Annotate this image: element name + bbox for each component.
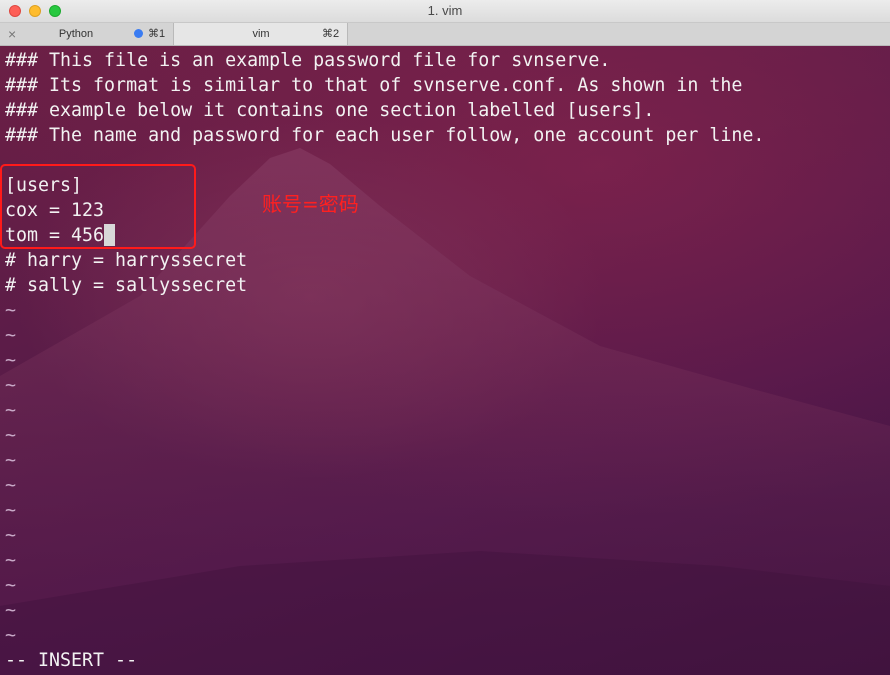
- tab-bar: × Python ⌘1 × vim ⌘2: [0, 23, 890, 46]
- editor-line: # harry = harryssecret: [5, 250, 248, 271]
- empty-line-tilde: ~: [5, 525, 17, 546]
- window-title: 1. vim: [427, 3, 463, 18]
- editor-line: ### Its format is similar to that of svn…: [5, 75, 743, 96]
- empty-line-tilde: ~: [5, 425, 17, 446]
- activity-dot-icon: [134, 29, 143, 38]
- empty-line-tilde: ~: [5, 300, 17, 321]
- empty-line-tilde: ~: [5, 600, 17, 621]
- empty-line-tilde: ~: [5, 625, 17, 646]
- empty-line-tilde: ~: [5, 450, 17, 471]
- vim-mode-indicator: -- INSERT --: [5, 650, 138, 671]
- vim-editor[interactable]: ### This file is an example password fil…: [0, 46, 890, 675]
- editor-line: ### This file is an example password fil…: [5, 50, 611, 71]
- empty-line-tilde: ~: [5, 375, 17, 396]
- editor-line: # sally = sallyssecret: [5, 275, 248, 296]
- editor-line: ### example below it contains one sectio…: [5, 100, 655, 121]
- tab-python[interactable]: × Python ⌘1: [0, 23, 174, 45]
- tab-vim[interactable]: × vim ⌘2: [174, 23, 348, 45]
- tab-shortcut: ⌘2: [322, 28, 340, 40]
- tab-shortcut: ⌘1: [148, 28, 166, 40]
- title-bar: 1. vim: [0, 0, 890, 23]
- empty-line-tilde: ~: [5, 350, 17, 371]
- empty-line-tilde: ~: [5, 325, 17, 346]
- empty-line-tilde: ~: [5, 400, 17, 421]
- empty-line-tilde: ~: [5, 550, 17, 571]
- empty-line-tilde: ~: [5, 475, 17, 496]
- editor-line: ### The name and password for each user …: [5, 125, 765, 146]
- tab-label: Python: [58, 28, 94, 40]
- users-section-highlight: [0, 164, 196, 249]
- empty-line-tilde: ~: [5, 575, 17, 596]
- annotation-label: 账号=密码: [262, 192, 359, 216]
- terminal-window: 1. vim × Python ⌘1 × vim ⌘2 ### This fil: [0, 0, 890, 675]
- empty-line-tilde: ~: [5, 500, 17, 521]
